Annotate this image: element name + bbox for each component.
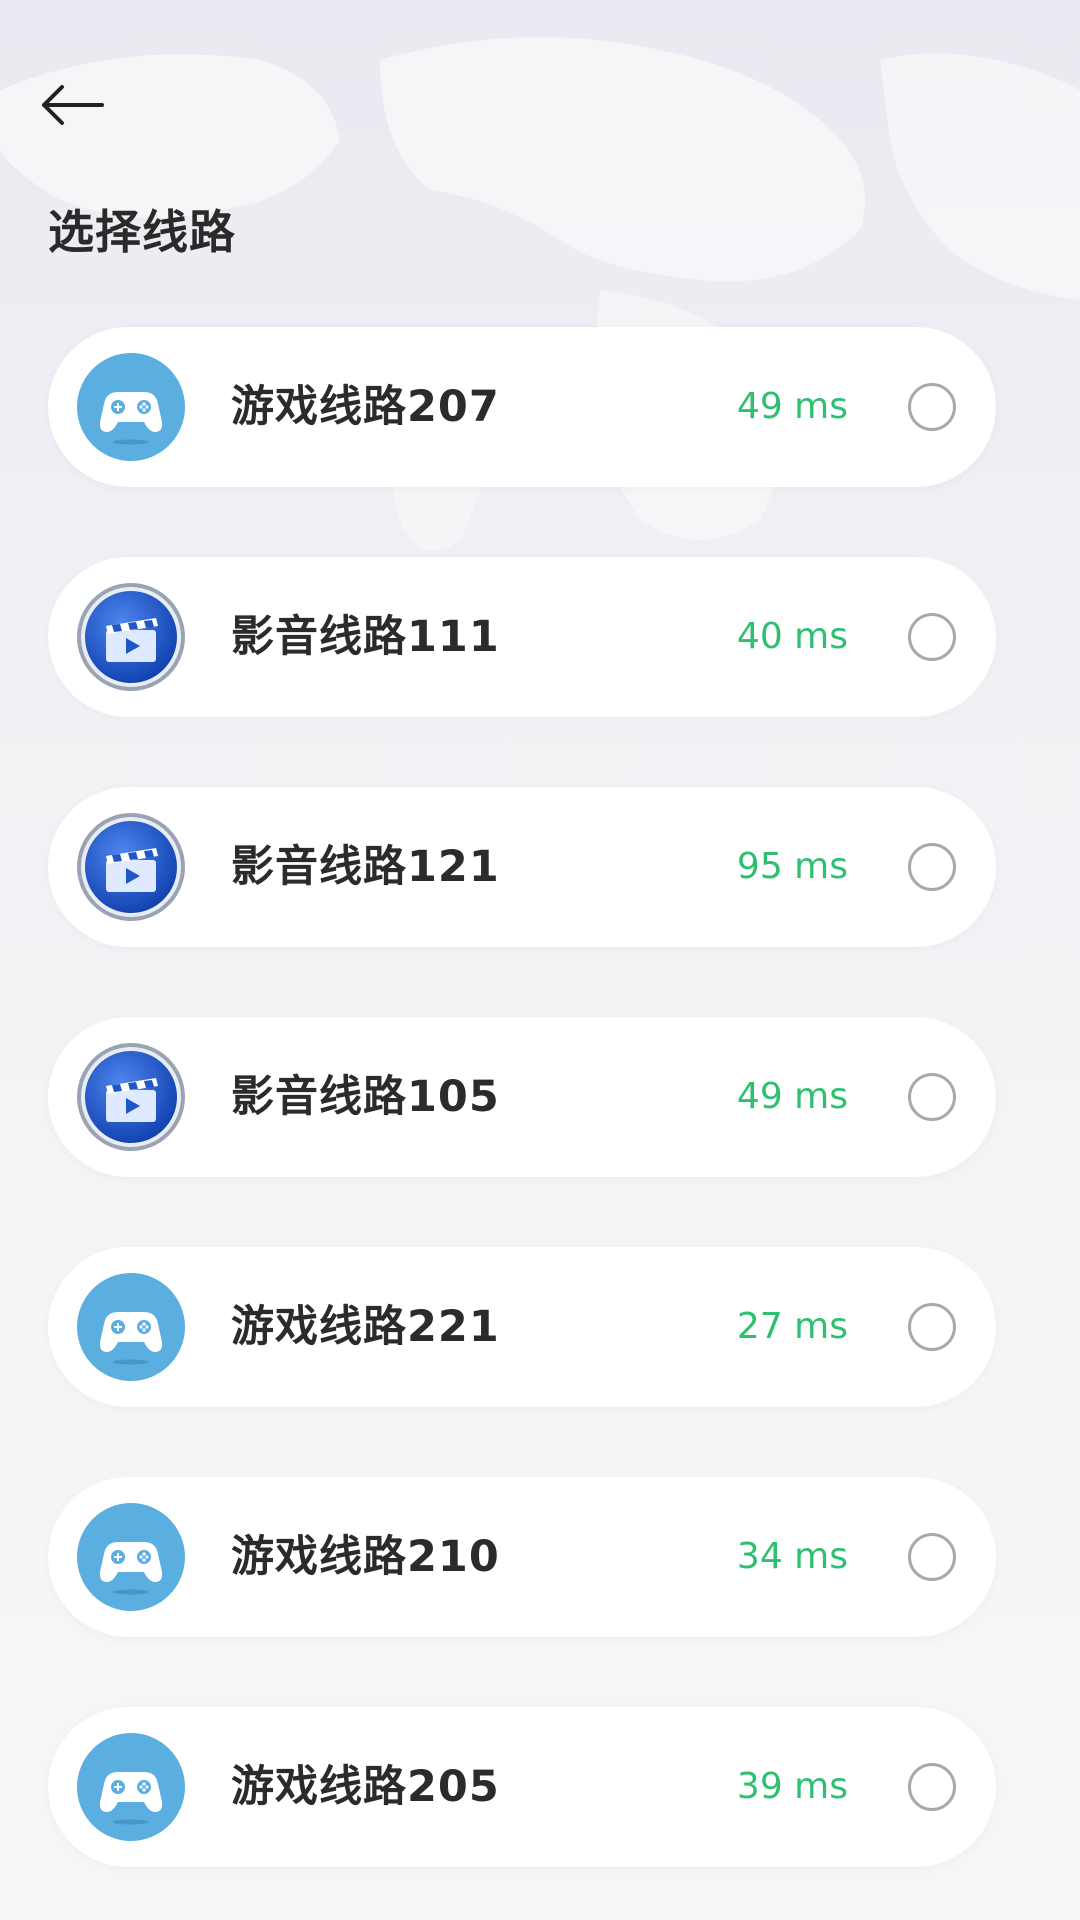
route-item[interactable]: 游戏线路205 39 ms (48, 1707, 996, 1867)
route-name: 影音线路111 (231, 612, 500, 662)
route-latency: 40 ms (736, 616, 848, 657)
route-latency: 49 ms (736, 386, 848, 427)
gamepad-icon (77, 1503, 185, 1611)
route-name: 游戏线路210 (231, 1532, 500, 1582)
gamepad-icon (77, 353, 185, 461)
route-radio[interactable] (908, 843, 956, 891)
route-name: 游戏线路221 (231, 1302, 500, 1352)
route-radio[interactable] (908, 1303, 956, 1351)
route-latency: 39 ms (736, 1766, 848, 1807)
route-item[interactable]: 影音线路121 95 ms (48, 787, 996, 947)
clapperboard-icon (77, 813, 185, 921)
route-radio[interactable] (908, 1073, 956, 1121)
gamepad-icon (77, 1733, 185, 1841)
route-name: 影音线路105 (231, 1072, 500, 1122)
route-radio[interactable] (908, 1763, 956, 1811)
route-radio[interactable] (908, 613, 956, 661)
route-item[interactable]: 影音线路111 40 ms (48, 557, 996, 717)
route-select-screen: 选择线路 游戏线路207 49 ms 影音线路111 40 ms 影音线路121… (0, 0, 1080, 1920)
gamepad-icon (77, 1273, 185, 1381)
route-item[interactable]: 游戏线路221 27 ms (48, 1247, 996, 1407)
route-latency: 34 ms (736, 1536, 848, 1577)
back-button[interactable] (38, 70, 128, 140)
page-title: 选择线路 (48, 205, 236, 259)
route-name: 游戏线路207 (231, 382, 500, 432)
route-item[interactable]: 游戏线路207 49 ms (48, 327, 996, 487)
route-radio[interactable] (908, 1533, 956, 1581)
clapperboard-icon (77, 1043, 185, 1151)
route-radio[interactable] (908, 383, 956, 431)
arrow-left-icon (42, 85, 104, 125)
clapperboard-icon (77, 583, 185, 691)
route-list: 游戏线路207 49 ms 影音线路111 40 ms 影音线路121 95 m… (48, 327, 996, 1920)
route-latency: 95 ms (736, 846, 848, 887)
route-item[interactable]: 游戏线路210 34 ms (48, 1477, 996, 1637)
route-latency: 49 ms (736, 1076, 848, 1117)
route-name: 游戏线路205 (231, 1762, 500, 1812)
route-item[interactable]: 影音线路105 49 ms (48, 1017, 996, 1177)
route-latency: 27 ms (736, 1306, 848, 1347)
route-name: 影音线路121 (231, 842, 500, 892)
